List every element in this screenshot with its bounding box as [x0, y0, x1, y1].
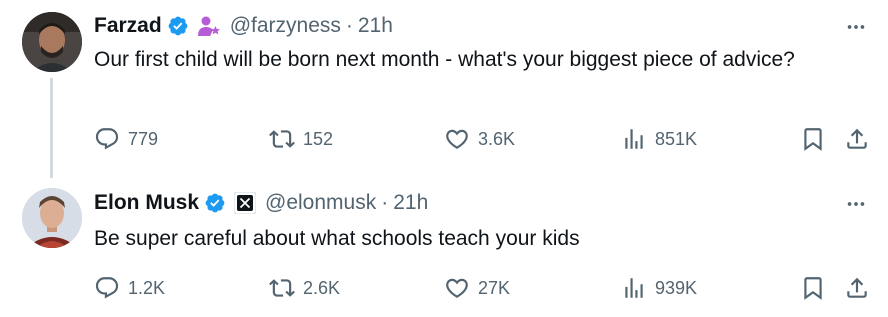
avatar-photo — [22, 188, 82, 248]
author-handle[interactable]: @elonmusk — [265, 191, 376, 215]
tweet-header: Farzad @farzyness · 21h — [94, 13, 393, 39]
tweet-text: Our first child will be born next month … — [94, 48, 795, 71]
like-count: 27K — [478, 277, 511, 298]
more-icon[interactable] — [844, 192, 868, 216]
repost-button[interactable]: 2.6K — [269, 273, 340, 303]
timestamp[interactable]: 21h — [393, 191, 428, 215]
repost-button[interactable]: 152 — [269, 124, 333, 154]
avatar[interactable] — [22, 12, 82, 72]
repost-count: 2.6K — [303, 277, 341, 298]
reply-button[interactable]: 1.2K — [94, 273, 165, 303]
share-button[interactable] — [844, 124, 878, 154]
share-icon — [847, 128, 867, 149]
like-icon — [446, 129, 468, 149]
tweet[interactable]: Elon Musk @elonmusk · 21h Be super caref… — [0, 176, 888, 317]
author-name[interactable]: Elon Musk — [94, 191, 199, 215]
bookmark-icon — [804, 128, 822, 151]
reply-count: 1.2K — [128, 277, 166, 298]
tweet[interactable]: Farzad @farzyness · 21h Our first child … — [0, 0, 888, 178]
reply-icon — [95, 128, 119, 150]
verified-icon[interactable] — [204, 192, 226, 214]
views-count: 939K — [655, 277, 698, 298]
reply-button[interactable]: 779 — [94, 124, 158, 154]
thread-line — [50, 78, 53, 178]
views-button[interactable]: 851K — [621, 124, 697, 154]
author-handle[interactable]: @farzyness — [230, 14, 341, 38]
like-button[interactable]: 27K — [444, 273, 510, 303]
reply-icon — [95, 277, 119, 299]
views-count: 851K — [655, 128, 698, 149]
avatar-photo — [22, 12, 82, 72]
avatar[interactable] — [22, 188, 82, 248]
views-icon — [625, 278, 643, 298]
bookmark-button[interactable] — [800, 124, 834, 154]
repost-icon — [269, 130, 295, 148]
reply-count: 779 — [128, 128, 159, 149]
action-bar: 1.2K 2.6K 27K 939K — [94, 273, 876, 303]
verified-icon[interactable] — [167, 15, 189, 37]
bookmark-icon — [804, 277, 822, 300]
timestamp[interactable]: 21h — [358, 14, 393, 38]
views-icon — [625, 129, 643, 149]
action-bar: 779 152 3.6K 851K — [94, 124, 876, 154]
like-count: 3.6K — [478, 128, 516, 149]
bookmark-button[interactable] — [800, 273, 834, 303]
tweet-text: Be super careful about what schools teac… — [94, 227, 580, 250]
share-button[interactable] — [844, 273, 878, 303]
share-icon — [847, 277, 867, 298]
person-star-icon — [197, 15, 221, 37]
separator-dot: · — [345, 14, 353, 37]
x-logo-icon[interactable] — [234, 192, 257, 214]
like-button[interactable]: 3.6K — [444, 124, 515, 154]
tweet-header: Elon Musk @elonmusk · 21h — [94, 190, 428, 216]
separator-dot: · — [381, 191, 389, 214]
repost-icon — [269, 279, 295, 297]
views-button[interactable]: 939K — [621, 273, 697, 303]
like-icon — [446, 278, 468, 298]
repost-count: 152 — [303, 128, 334, 149]
author-name[interactable]: Farzad — [94, 14, 162, 38]
more-icon[interactable] — [844, 15, 868, 39]
